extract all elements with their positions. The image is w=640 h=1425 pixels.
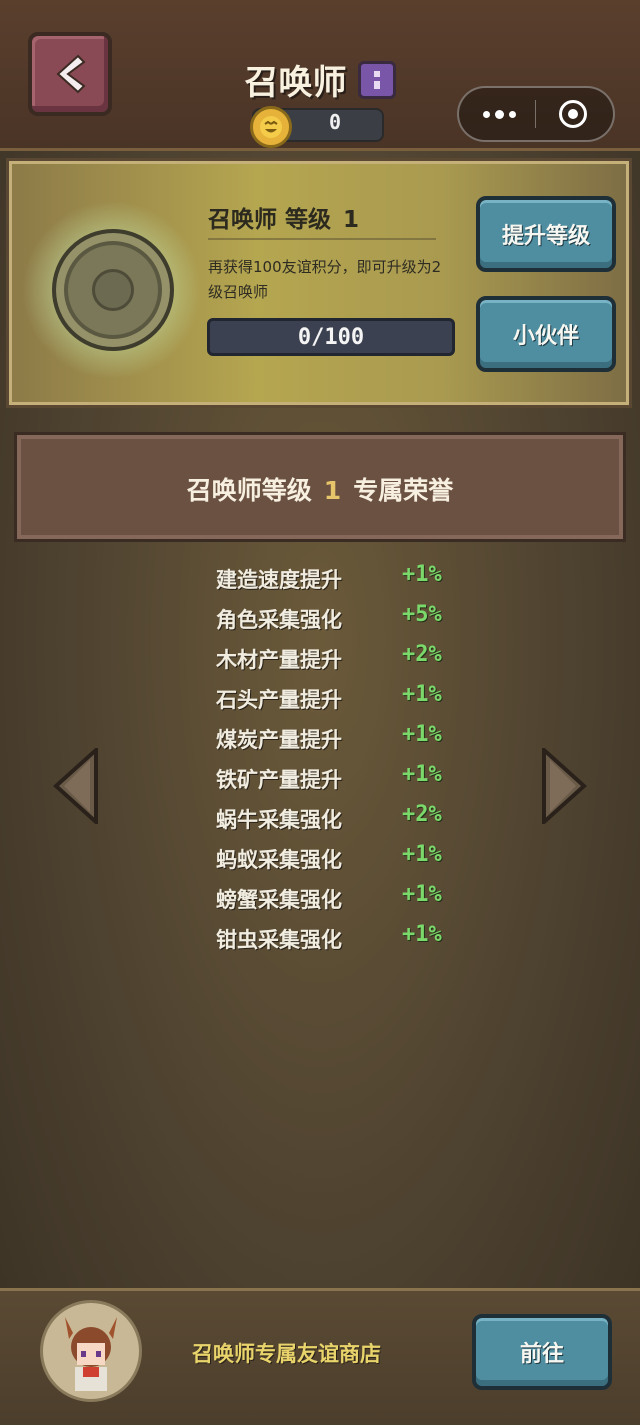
divider: [208, 238, 436, 240]
target-icon[interactable]: [559, 100, 587, 128]
arrow-right-icon[interactable]: [542, 748, 588, 824]
page-title: 召唤师: [244, 63, 347, 103]
bonus-label: 蜗牛采集强化: [216, 808, 342, 832]
arrow-left-icon[interactable]: [52, 748, 98, 824]
friendship-shop-label: 召唤师专属友谊商店: [192, 1342, 381, 1366]
partner-button[interactable]: 小伙伴: [476, 296, 616, 372]
bonus-row: 钳虫采集强化 +1%: [216, 920, 476, 960]
bonus-label: 蚂蚁采集强化: [216, 848, 342, 872]
bonus-label: 石头产量提升: [216, 688, 342, 712]
bonus-value: +1%: [402, 842, 442, 867]
bonus-value: +1%: [402, 882, 442, 907]
bonus-row: 建造速度提升 +1%: [216, 560, 476, 600]
banner-suffix: 专属荣誉: [353, 476, 454, 505]
capsule-divider: [535, 100, 536, 128]
progress-text: 0/100: [297, 325, 365, 350]
bonus-value: +1%: [402, 562, 442, 587]
coin-value: 0: [328, 110, 342, 134]
upgrade-level-button[interactable]: 提升等级: [476, 196, 616, 272]
bonus-row: 角色采集强化 +5%: [216, 600, 476, 640]
level-title-label: 召唤师 等级: [208, 207, 332, 233]
bonus-value: +1%: [402, 762, 442, 787]
bonus-row: 蚂蚁采集强化 +1%: [216, 840, 476, 880]
bonus-row: 煤炭产量提升 +1%: [216, 720, 476, 760]
coin-icon: [250, 106, 292, 148]
bonus-value: +2%: [402, 802, 442, 827]
level-number: 1: [343, 207, 360, 233]
mini-program-capsule: [457, 86, 615, 142]
bonus-label: 螃蟹采集强化: [216, 888, 342, 912]
bonus-label: 木材产量提升: [216, 648, 342, 672]
honor-banner: 召唤师等级 1 专属荣誉: [14, 432, 626, 542]
bonus-value: +5%: [402, 602, 442, 627]
summoner-medal-icon: [52, 229, 174, 351]
bonus-label: 角色采集强化: [216, 608, 342, 632]
info-icon[interactable]: [357, 60, 396, 99]
bonus-value: +1%: [402, 922, 442, 947]
bonus-row: 蜗牛采集强化 +2%: [216, 800, 476, 840]
bonus-label: 煤炭产量提升: [216, 728, 342, 752]
bonus-row: 石头产量提升 +1%: [216, 680, 476, 720]
bonus-row: 木材产量提升 +2%: [216, 640, 476, 680]
go-button[interactable]: 前往: [472, 1314, 612, 1390]
bonus-label: 钳虫采集强化: [216, 928, 342, 952]
bonus-label: 铁矿产量提升: [216, 768, 342, 792]
friendship-progress-bar: 0/100: [207, 318, 455, 356]
banner-title: 召唤师等级 1 专属荣誉: [17, 471, 623, 507]
bonus-value: +1%: [402, 682, 442, 707]
bonus-row: 铁矿产量提升 +1%: [216, 760, 476, 800]
bonus-value: +2%: [402, 642, 442, 667]
banner-prefix: 召唤师等级: [186, 476, 312, 505]
more-dots-icon[interactable]: [479, 103, 519, 125]
bonus-row: 螃蟹采集强化 +1%: [216, 880, 476, 920]
avatar: [40, 1300, 142, 1402]
bonus-list: 建造速度提升 +1% 角色采集强化 +5% 木材产量提升 +2% 石头产量提升 +1% 煤炭产量…: [216, 560, 476, 960]
level-description: 再获得100友谊积分，即可升级为2级召唤师: [208, 258, 442, 301]
bonus-label: 建造速度提升: [216, 568, 342, 592]
medal-face: [92, 269, 134, 311]
banner-level: 1: [323, 476, 342, 505]
level-title: 召唤师 等级 1: [208, 200, 359, 234]
bonus-value: +1%: [402, 722, 442, 747]
